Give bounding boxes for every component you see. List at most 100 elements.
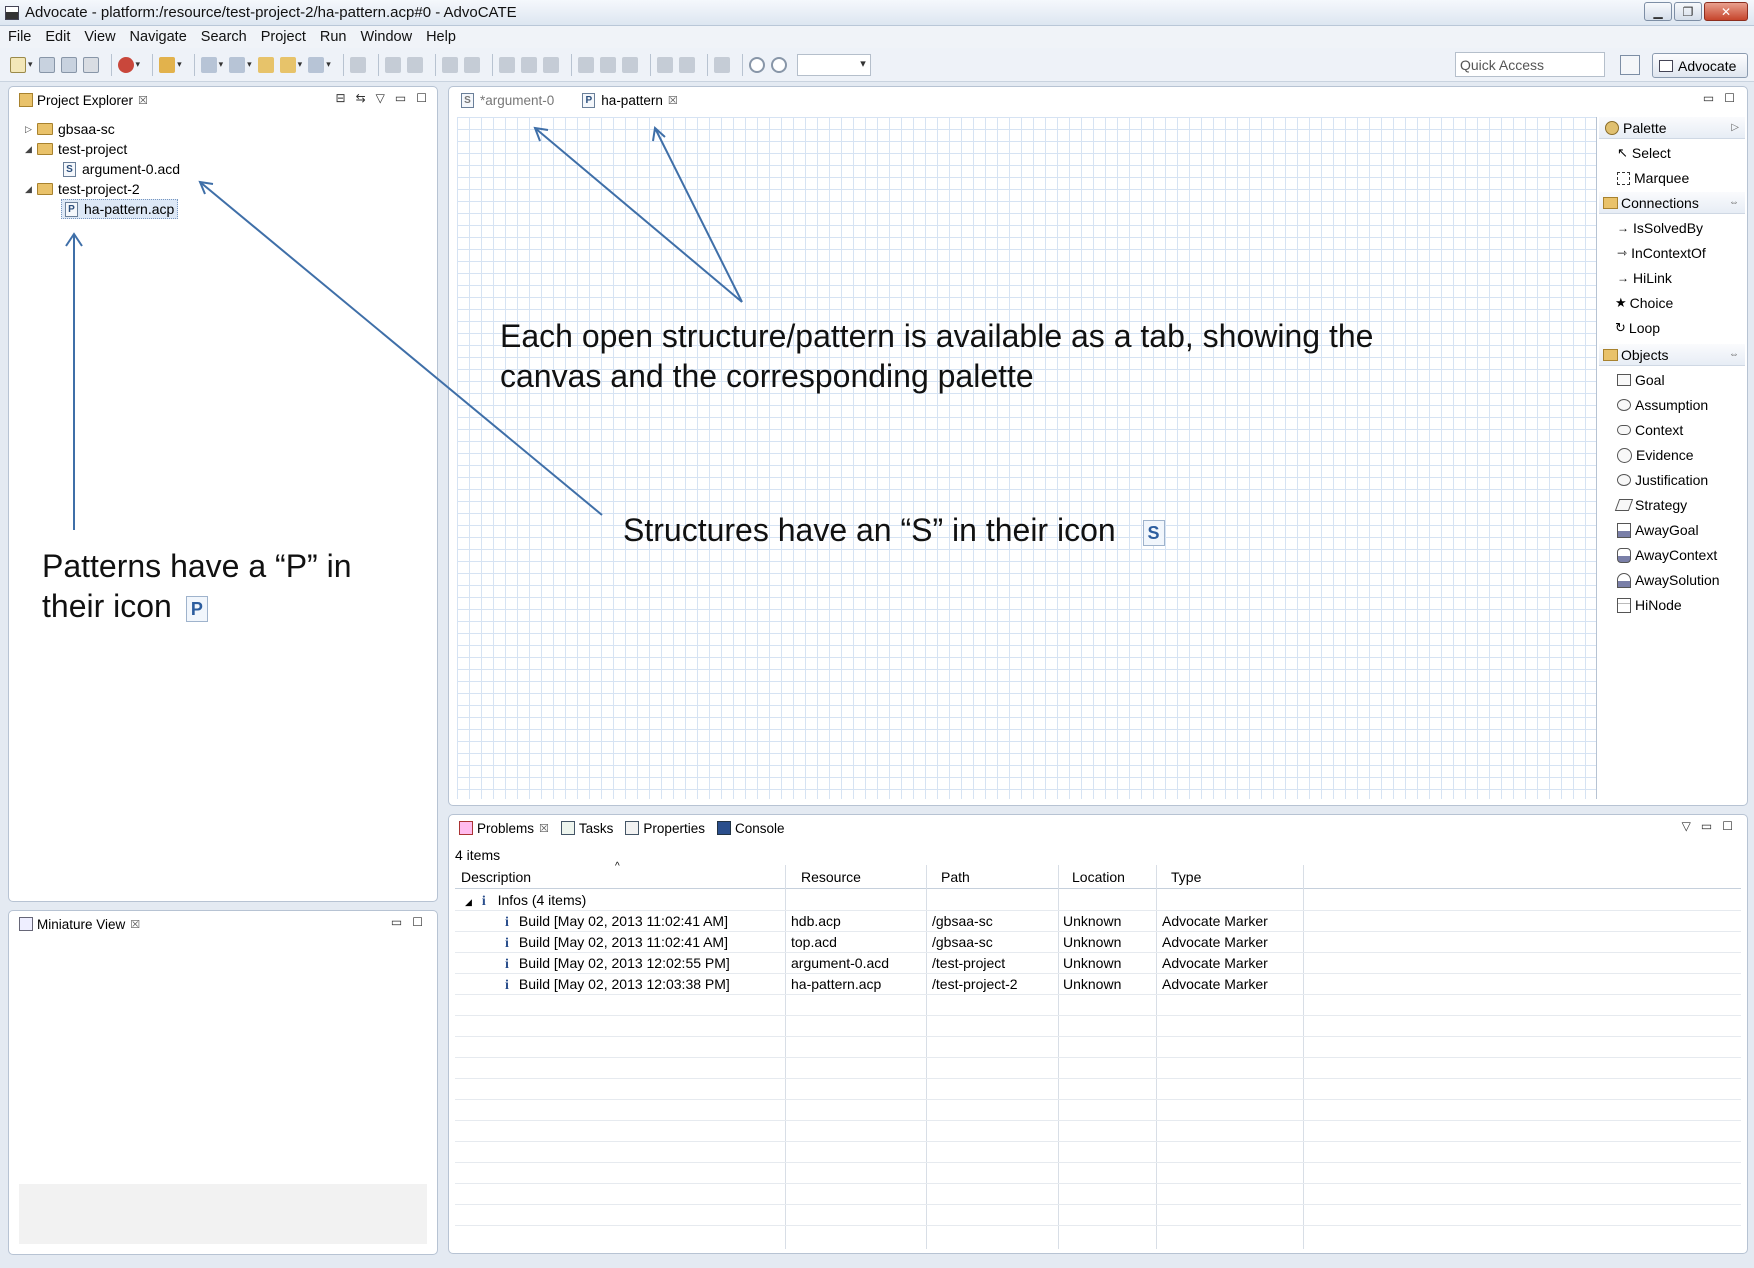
table-row[interactable]: i Build [May 02, 2013 11:02:41 AM] — [505, 913, 728, 931]
minimize-view-icon[interactable]: ▭ — [1701, 819, 1712, 833]
palette-item-incontextof[interactable]: ⇾ InContextOf — [1599, 242, 1745, 264]
link-editor-icon[interactable]: ⇆ — [356, 91, 366, 105]
close-icon[interactable]: ☒ — [668, 94, 678, 107]
close-icon[interactable]: ☒ — [138, 94, 148, 107]
menu-file[interactable]: File — [8, 29, 31, 45]
column-header-resource[interactable]: Resource — [801, 869, 861, 885]
menu-navigate[interactable]: Navigate — [130, 29, 187, 45]
paste-icon[interactable] — [463, 56, 480, 73]
next-annotation-icon[interactable] — [200, 56, 217, 73]
maximize-view-icon[interactable]: ☐ — [416, 91, 427, 105]
maximize-view-icon[interactable]: ☐ — [412, 915, 423, 929]
back-dropdown-icon[interactable]: ▾ — [298, 59, 303, 70]
close-icon[interactable]: ☒ — [130, 918, 140, 931]
menu-edit[interactable]: Edit — [45, 29, 70, 45]
table-row[interactable]: i Build [May 02, 2013 11:02:41 AM] — [505, 934, 728, 952]
palette-tool-marquee[interactable]: Marquee — [1599, 167, 1745, 189]
run-icon[interactable] — [117, 56, 134, 73]
palette-item-hilink[interactable]: → HiLink — [1599, 267, 1745, 289]
open-perspective-icon[interactable] — [1620, 55, 1640, 75]
collapse-arrow-icon[interactable]: ◢ — [25, 144, 37, 155]
maximize-view-icon[interactable]: ☐ — [1724, 91, 1735, 105]
menu-window[interactable]: Window — [360, 29, 412, 45]
palette-item-strategy[interactable]: Strategy — [1599, 494, 1745, 516]
new-dropdown-icon[interactable]: ▾ — [28, 59, 33, 70]
tab-project-explorer[interactable]: Project Explorer ☒ — [13, 89, 154, 111]
palette-item-loop[interactable]: ↻ Loop — [1599, 317, 1745, 339]
forward-dropdown-icon[interactable]: ▾ — [326, 59, 331, 70]
column-header-type[interactable]: Type — [1171, 869, 1201, 885]
close-icon[interactable]: ☒ — [539, 822, 549, 835]
prev-annotation-dropdown-icon[interactable]: ▾ — [247, 59, 252, 70]
palette-item-justification[interactable]: Justification — [1599, 469, 1745, 491]
save-all-icon[interactable] — [60, 56, 77, 73]
minimize-view-icon[interactable]: ▭ — [391, 915, 402, 929]
tree-node-argument-0[interactable]: S argument-0.acd — [63, 159, 180, 179]
tree-node-gbsaa-sc[interactable]: ▷ gbsaa-sc — [25, 119, 115, 139]
table-row[interactable]: i Build [May 02, 2013 12:03:38 PM] — [505, 976, 730, 994]
palette-item-assumption[interactable]: Assumption — [1599, 394, 1745, 416]
align-3-icon[interactable] — [621, 56, 638, 73]
perspective-advocate-button[interactable]: Advocate — [1652, 53, 1748, 78]
column-header-location[interactable]: Location — [1072, 869, 1125, 885]
forward-icon[interactable] — [308, 56, 325, 73]
palette-item-awaygoal[interactable]: AwayGoal — [1599, 519, 1745, 541]
palette-item-choice[interactable]: ★ Choice — [1599, 292, 1745, 314]
tool-icon[interactable] — [159, 56, 176, 73]
menu-project[interactable]: Project — [261, 29, 306, 45]
palette-item-goal[interactable]: Goal — [1599, 369, 1745, 391]
export-icon[interactable] — [713, 56, 730, 73]
redo-icon[interactable] — [406, 56, 423, 73]
drawer-pin-icon[interactable]: ⇔ — [1729, 349, 1739, 360]
tab-properties[interactable]: Properties — [619, 817, 711, 839]
tab-tasks[interactable]: Tasks — [555, 817, 620, 839]
zoom-in-icon[interactable] — [770, 56, 787, 73]
palette-header[interactable]: Palette ▷ — [1599, 117, 1745, 139]
view-menu-icon[interactable]: ▽ — [376, 91, 385, 105]
tab-miniature-view[interactable]: Miniature View ☒ — [13, 913, 146, 935]
minimize-button[interactable]: ▁ — [1644, 2, 1672, 21]
zoom-out-icon[interactable] — [748, 56, 765, 73]
save-icon[interactable] — [38, 56, 55, 73]
collapse-all-icon[interactable]: ⊟ — [336, 91, 346, 105]
undo-icon[interactable] — [384, 56, 401, 73]
palette-item-issolvedby[interactable]: → IsSolvedBy — [1599, 217, 1745, 239]
menu-run[interactable]: Run — [320, 29, 347, 45]
print-icon[interactable] — [82, 56, 99, 73]
minimize-view-icon[interactable]: ▭ — [395, 91, 406, 105]
menu-search[interactable]: Search — [201, 29, 247, 45]
tree-node-test-project[interactable]: ◢ test-project — [25, 139, 127, 159]
palette-item-evidence[interactable]: Evidence — [1599, 444, 1745, 466]
tool-dropdown-icon[interactable]: ▾ — [177, 59, 182, 70]
view-menu-icon[interactable]: ▽ — [1682, 819, 1691, 833]
tab-argument-0[interactable]: S *argument-0 — [455, 89, 560, 111]
menu-help[interactable]: Help — [426, 29, 456, 45]
distribute-2-icon[interactable] — [678, 56, 695, 73]
tab-ha-pattern[interactable]: P ha-pattern ☒ — [576, 89, 683, 111]
palette-item-hinode[interactable]: HiNode — [1599, 594, 1745, 616]
palette-drawer-connections[interactable]: Connections ⇔ — [1599, 192, 1745, 214]
palette-tool-select[interactable]: ↖ Select — [1599, 142, 1745, 164]
column-header-description[interactable]: Description — [461, 869, 531, 885]
maximize-view-icon[interactable]: ☐ — [1722, 819, 1733, 833]
tree-node-test-project-2[interactable]: ◢ test-project-2 — [25, 179, 140, 199]
table-row[interactable]: i Build [May 02, 2013 12:02:55 PM] — [505, 955, 730, 973]
last-edit-icon[interactable] — [257, 56, 274, 73]
palette-item-context[interactable]: Context — [1599, 419, 1745, 441]
drawer-pin-icon[interactable]: ⇔ — [1729, 197, 1739, 208]
new-icon[interactable] — [10, 56, 26, 73]
back-icon[interactable] — [279, 56, 296, 73]
distribute-icon[interactable] — [656, 56, 673, 73]
collapse-arrow-icon[interactable]: ◢ — [25, 184, 37, 195]
restore-button[interactable]: ❐ — [1674, 2, 1702, 21]
tab-problems[interactable]: Problems ☒ — [453, 817, 555, 839]
align-icon[interactable] — [577, 56, 594, 73]
palette-drawer-objects[interactable]: Objects ⇔ — [1599, 344, 1745, 366]
close-button[interactable]: ✕ — [1704, 2, 1748, 21]
column-header-path[interactable]: Path — [941, 869, 970, 885]
tab-console[interactable]: Console — [711, 817, 791, 839]
zoom-level-combo[interactable] — [796, 53, 871, 76]
prev-annotation-icon[interactable] — [229, 56, 246, 73]
collapse-arrow-icon[interactable]: ◢ — [465, 897, 472, 907]
copy-icon[interactable] — [441, 56, 458, 73]
